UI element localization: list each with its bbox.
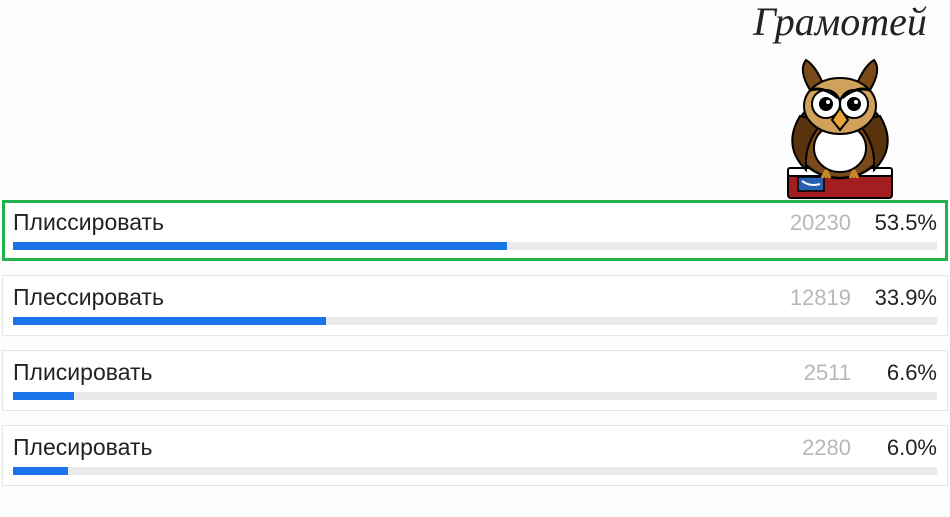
option-label: Плиссировать xyxy=(13,209,769,236)
option-percent: 6.0% xyxy=(869,435,937,461)
option-percent: 33.9% xyxy=(869,285,937,311)
progress-bar xyxy=(13,242,937,250)
option-count: 2280 xyxy=(781,435,851,461)
option-row-2[interactable]: Плисировать 2511 6.6% xyxy=(2,350,948,411)
option-header: Плиссировать 20230 53.5% xyxy=(13,209,937,236)
option-header: Плисировать 2511 6.6% xyxy=(13,359,937,386)
progress-bar xyxy=(13,392,937,400)
option-header: Плесировать 2280 6.0% xyxy=(13,434,937,461)
poll-options: Плиссировать 20230 53.5% Плессировать 12… xyxy=(2,200,948,500)
option-label: Плессировать xyxy=(13,284,769,311)
option-percent: 53.5% xyxy=(869,210,937,236)
option-header: Плессировать 12819 33.9% xyxy=(13,284,937,311)
progress-bar-fill xyxy=(13,392,74,400)
progress-bar-fill xyxy=(13,467,68,475)
option-count: 12819 xyxy=(781,285,851,311)
option-percent: 6.6% xyxy=(869,360,937,386)
progress-bar xyxy=(13,467,937,475)
option-row-1[interactable]: Плессировать 12819 33.9% xyxy=(2,275,948,336)
progress-bar-fill xyxy=(13,242,507,250)
progress-bar xyxy=(13,317,937,325)
progress-bar-fill xyxy=(13,317,326,325)
option-label: Плисировать xyxy=(13,359,769,386)
option-row-0[interactable]: Плиссировать 20230 53.5% xyxy=(2,200,948,261)
option-label: Плесировать xyxy=(13,434,769,461)
brand-title: Грамотей xyxy=(740,0,940,44)
owl-on-book-icon xyxy=(760,46,920,206)
brand-header: Грамотей xyxy=(740,0,940,206)
option-count: 2511 xyxy=(781,360,851,386)
option-count: 20230 xyxy=(781,210,851,236)
option-row-3[interactable]: Плесировать 2280 6.0% xyxy=(2,425,948,486)
